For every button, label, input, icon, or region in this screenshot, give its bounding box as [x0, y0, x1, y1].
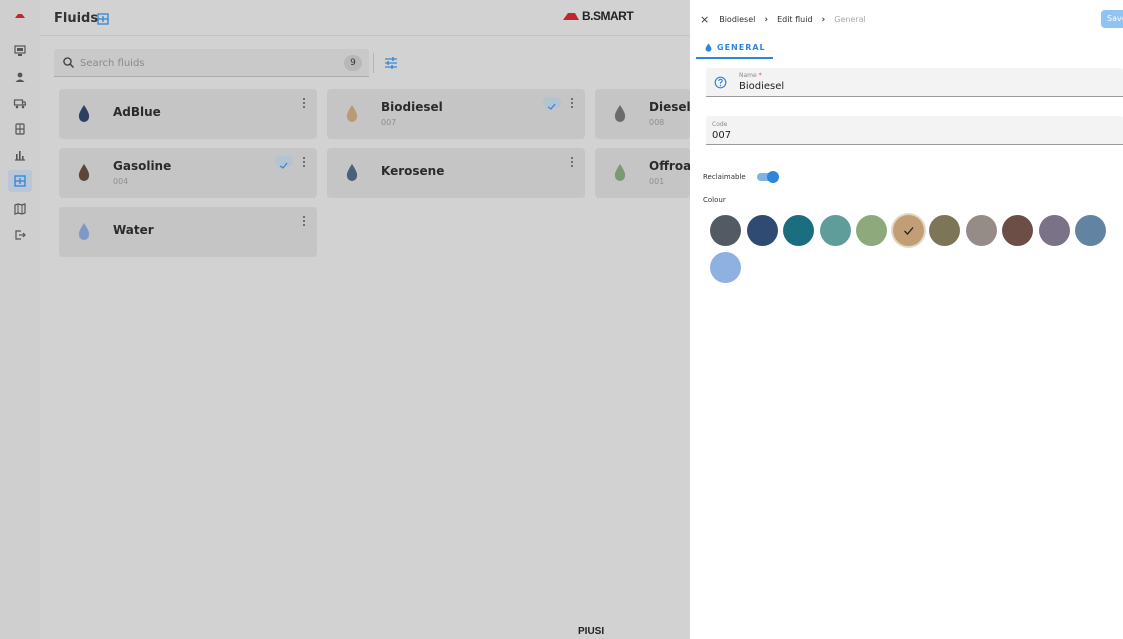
- fluid-name: Offroa: [649, 159, 692, 173]
- divider: [373, 53, 374, 73]
- field-label: Code: [712, 121, 728, 128]
- code-value[interactable]: 007: [712, 130, 731, 141]
- fluid-name: AdBlue: [113, 105, 161, 119]
- fluid-code: 007: [381, 118, 397, 127]
- drop-icon: [346, 164, 358, 181]
- results-count-badge: 9: [344, 55, 362, 71]
- breadcrumb-item[interactable]: Biodiesel: [719, 15, 755, 24]
- fluid-card-gasoline[interactable]: Gasoline 004: [59, 148, 317, 198]
- colour-swatch[interactable]: [710, 252, 741, 283]
- name-value[interactable]: Biodiesel: [739, 81, 784, 92]
- chevron-right-icon: ›: [821, 14, 826, 25]
- reclaimable-badge: [275, 156, 293, 169]
- name-field[interactable]: Name * Biodiesel: [706, 68, 1123, 97]
- footer-brand: PIUSI: [578, 626, 605, 637]
- colour-swatch[interactable]: [1002, 215, 1033, 246]
- map-icon[interactable]: [8, 198, 32, 220]
- page-title: Fluids: [54, 11, 99, 26]
- more-vert-icon[interactable]: [301, 97, 307, 109]
- brand-logo: B.SMART: [562, 9, 634, 23]
- sidebar-rail: [0, 0, 40, 639]
- field-label: Name *: [739, 72, 762, 79]
- breadcrumb: × Biodiesel › Edit fluid › General: [700, 13, 866, 26]
- more-vert-icon[interactable]: [301, 215, 307, 227]
- more-vert-icon[interactable]: [301, 156, 307, 168]
- colour-swatch[interactable]: [819, 215, 851, 246]
- fluid-name: Water: [113, 223, 154, 237]
- fluid-card-adblue[interactable]: AdBlue: [59, 89, 317, 139]
- colour-swatch[interactable]: [856, 215, 887, 246]
- filter-icon[interactable]: [383, 55, 399, 71]
- edit-fluid-panel: × Biodiesel › Edit fluid › General Save …: [690, 0, 1123, 639]
- search-box: 9: [54, 49, 369, 77]
- colour-swatch[interactable]: [1038, 215, 1070, 246]
- drop-icon: [705, 43, 712, 52]
- code-field[interactable]: Code 007: [706, 116, 1123, 145]
- vehicle-icon[interactable]: [8, 92, 32, 114]
- toggle-thumb: [767, 171, 779, 183]
- help-icon[interactable]: [714, 76, 727, 89]
- colour-swatch[interactable]: [929, 215, 960, 246]
- breadcrumb-item: General: [834, 15, 866, 24]
- colour-swatch[interactable]: [1075, 215, 1106, 246]
- tank-icon[interactable]: [8, 118, 32, 140]
- fluid-card-diesel[interactable]: Diesel 008: [595, 89, 691, 139]
- save-button[interactable]: Save: [1101, 10, 1123, 28]
- search-icon: [63, 57, 75, 69]
- drop-icon: [78, 223, 90, 240]
- fluid-card-kerosene[interactable]: Kerosene: [327, 148, 585, 198]
- logo-icon[interactable]: [8, 5, 32, 27]
- drop-icon: [614, 164, 626, 181]
- drop-icon: [78, 164, 90, 181]
- brand-text: B.SMART: [582, 9, 634, 23]
- colour-swatch[interactable]: [746, 215, 778, 246]
- colour-label: Colour: [703, 196, 726, 204]
- logout-icon[interactable]: [8, 224, 32, 246]
- reclaimable-toggle[interactable]: [757, 171, 779, 183]
- top-bar: Fluids B.SMART: [40, 0, 690, 36]
- user-icon[interactable]: [8, 66, 32, 88]
- more-vert-icon[interactable]: [569, 97, 575, 109]
- drop-icon: [346, 105, 358, 122]
- fluid-name: Biodiesel: [381, 100, 443, 114]
- colour-swatch[interactable]: [710, 215, 741, 246]
- more-vert-icon[interactable]: [569, 156, 575, 168]
- logo-icon: [563, 13, 579, 20]
- fluids-icon[interactable]: [8, 170, 32, 192]
- colour-swatch[interactable]: [965, 215, 997, 246]
- fluid-name: Gasoline: [113, 159, 172, 173]
- reports-icon[interactable]: [8, 144, 32, 166]
- fluid-card-biodiesel[interactable]: Biodiesel 007: [327, 89, 585, 139]
- reclaimable-label: Reclaimable: [703, 173, 746, 181]
- breadcrumb-item[interactable]: Edit fluid: [777, 15, 812, 24]
- fluid-name: Kerosene: [381, 164, 445, 178]
- chevron-right-icon: ›: [764, 14, 769, 25]
- colour-swatch[interactable]: [783, 215, 814, 246]
- drop-icon: [614, 105, 626, 122]
- fluid-code: 001: [649, 177, 665, 186]
- reclaimable-badge: [543, 97, 561, 110]
- search-input[interactable]: [80, 55, 320, 71]
- fluid-code: 008: [649, 118, 665, 127]
- main-content: Fluids B.SMART 9 AdBlue Biodiesel 007 Di…: [40, 0, 692, 639]
- fluid-card-offroad[interactable]: Offroa 001: [595, 148, 692, 198]
- tab-label: GENERAL: [717, 43, 766, 52]
- colour-swatch[interactable]: [892, 215, 924, 246]
- drop-icon: [78, 105, 90, 122]
- fluid-name: Diesel: [649, 100, 691, 114]
- fluids-icon: [96, 11, 110, 25]
- dashboard-icon[interactable]: [8, 40, 32, 62]
- check-icon: [903, 227, 913, 235]
- fluid-code: 004: [113, 177, 129, 186]
- tab-general[interactable]: GENERAL: [696, 38, 773, 59]
- fluid-card-water[interactable]: Water: [59, 207, 317, 257]
- close-icon[interactable]: ×: [700, 13, 709, 26]
